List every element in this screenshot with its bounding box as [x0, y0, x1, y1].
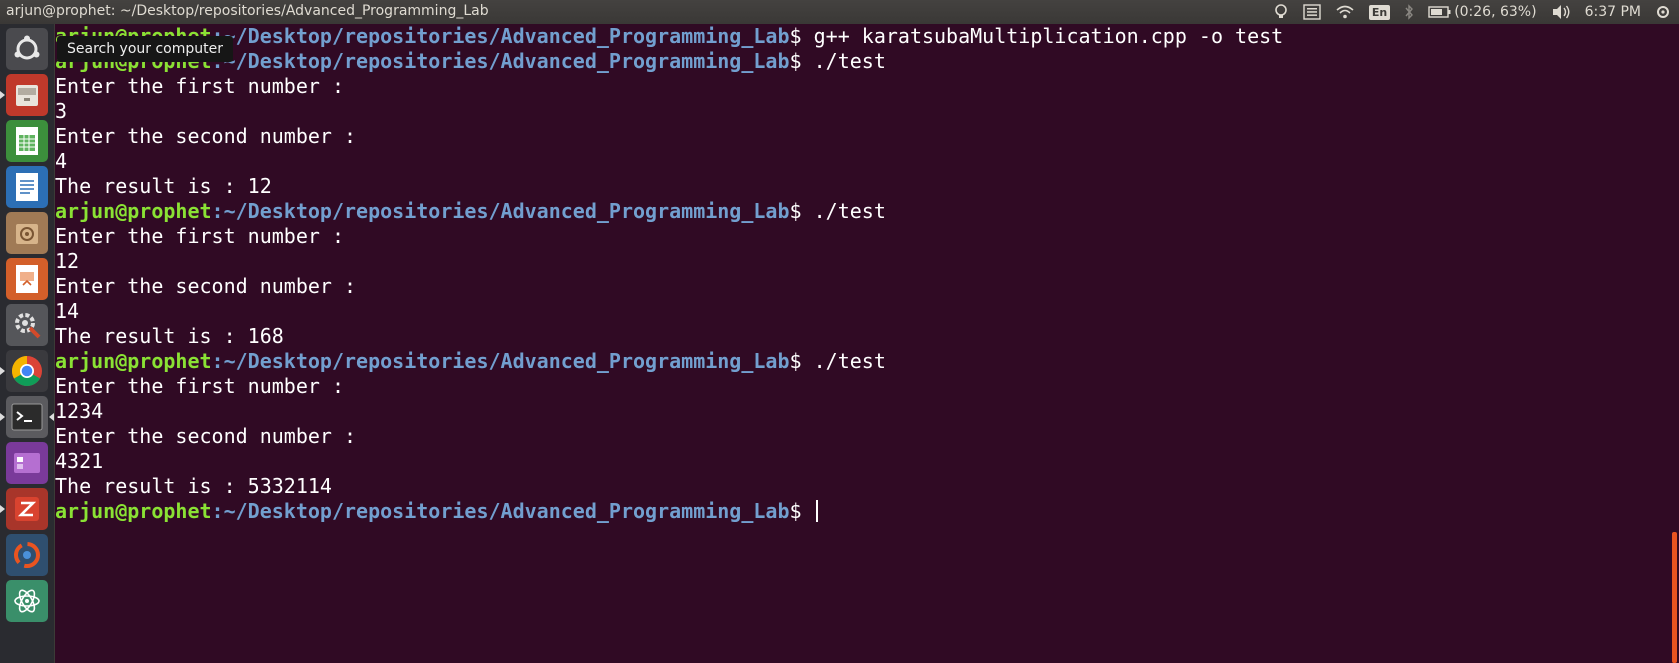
output-line: Enter the first number : — [55, 374, 344, 398]
prompt-path: :~/Desktop/repositories/Advanced_Program… — [211, 199, 790, 223]
prompt-line: arjun@prophet:~/Desktop/repositories/Adv… — [55, 349, 1283, 374]
launcher-terminal[interactable] — [0, 396, 54, 438]
output-line: Enter the second number : — [55, 274, 357, 298]
prompt-path: :~/Desktop/repositories/Advanced_Program… — [211, 349, 790, 373]
launcher-files[interactable] — [0, 74, 48, 116]
battery-text: (0:26, 63%) — [1454, 4, 1537, 20]
launcher-chrome[interactable] — [0, 350, 48, 392]
indicator-area: En (0:26, 63%) 6:37 PM — [1273, 0, 1671, 24]
atom-icon — [6, 580, 48, 622]
terminal-icon — [6, 396, 48, 438]
prompt-path: :~/Desktop/repositories/Advanced_Program… — [211, 24, 790, 48]
battery-indicator[interactable]: (0:26, 63%) — [1428, 4, 1537, 20]
running-indicator — [0, 91, 5, 99]
launcher-dash-home[interactable] — [6, 28, 48, 70]
command-text: g++ karatsubaMultiplication.cpp -o test — [813, 24, 1284, 48]
output-line: 12 — [55, 249, 80, 273]
launcher-atom[interactable] — [6, 580, 48, 622]
prompt-line: arjun@prophet:~/Desktop/repositories/Adv… — [55, 49, 1283, 74]
ubuntu-logo-icon — [6, 28, 48, 70]
archive-box-icon — [6, 212, 48, 254]
prompt-line: arjun@prophet:~/Desktop/repositories/Adv… — [55, 499, 1283, 524]
prompt-user: arjun@prophet — [55, 349, 212, 373]
active-indicator — [49, 413, 54, 421]
output-line: Enter the second number : — [55, 424, 357, 448]
scrollbar-thumb[interactable] — [1672, 532, 1677, 663]
launcher-writer[interactable] — [6, 166, 48, 208]
command-text: ./test — [813, 199, 886, 223]
output-line: Enter the second number : — [55, 124, 357, 148]
prompt-symbol: $ — [789, 199, 814, 223]
running-indicator — [0, 505, 5, 513]
launcher-tooltip: Search your computer — [57, 36, 233, 62]
output-line: The result is : 5332114 — [55, 474, 332, 498]
output-line: 4321 — [55, 449, 104, 473]
keyboard-icon[interactable]: En — [1368, 4, 1391, 20]
command-text: ./test — [813, 49, 886, 73]
update-icon — [6, 534, 48, 576]
output-line: 3 — [55, 99, 68, 123]
output-line: Enter the first number : — [55, 224, 344, 248]
launcher-impress[interactable] — [6, 258, 48, 300]
launcher-workspaces[interactable] — [6, 442, 48, 484]
launcher-system-settings[interactable] — [6, 304, 48, 346]
bluetooth-icon[interactable] — [1404, 4, 1414, 20]
file-cabinet-icon — [6, 74, 48, 116]
terminal-output[interactable]: arjun@prophet:~/Desktop/repositories/Adv… — [55, 24, 1283, 524]
prompt-path: :~/Desktop/repositories/Advanced_Program… — [211, 49, 790, 73]
prompt-symbol: $ — [789, 349, 814, 373]
lightbulb-icon[interactable] — [1273, 3, 1289, 21]
output-line: 1234 — [55, 399, 104, 423]
running-indicator — [0, 413, 5, 421]
battery-icon — [1428, 6, 1451, 18]
prompt-user: arjun@prophet — [55, 199, 212, 223]
document-icon — [6, 166, 48, 208]
gear-wrench-icon — [6, 304, 48, 346]
launcher-calc[interactable] — [6, 120, 48, 162]
output-line: Enter the first number : — [55, 74, 344, 98]
window-title: arjun@prophet: ~/Desktop/repositories/Ad… — [6, 3, 489, 19]
prompt-path: :~/Desktop/repositories/Advanced_Program… — [211, 499, 790, 523]
prompt-symbol: $ — [789, 49, 814, 73]
menu-list-icon[interactable] — [1303, 4, 1321, 20]
keyboard-lang: En — [1368, 4, 1391, 20]
terminal-window[interactable]: arjun@prophet:~/Desktop/repositories/Adv… — [55, 24, 1669, 663]
launcher — [0, 24, 55, 663]
presentation-icon — [6, 258, 48, 300]
workspace-icon — [6, 442, 48, 484]
prompt-line: arjun@prophet:~/Desktop/repositories/Adv… — [55, 24, 1283, 49]
top-panel: arjun@prophet: ~/Desktop/repositories/Ad… — [0, 0, 1679, 24]
z-app-icon — [6, 488, 48, 530]
output-line: 14 — [55, 299, 80, 323]
terminal-scrollbar[interactable] — [1669, 24, 1679, 663]
prompt-symbol: $ — [789, 499, 814, 523]
text-cursor — [815, 500, 818, 522]
prompt-symbol: $ — [789, 24, 814, 48]
launcher-archive[interactable] — [6, 212, 48, 254]
spreadsheet-icon — [6, 120, 48, 162]
command-text: ./test — [813, 349, 886, 373]
prompt-user: arjun@prophet — [55, 499, 212, 523]
prompt-line: arjun@prophet:~/Desktop/repositories/Adv… — [55, 199, 1283, 224]
clock[interactable]: 6:37 PM — [1585, 4, 1641, 20]
output-line: The result is : 12 — [55, 174, 272, 198]
wifi-icon[interactable] — [1335, 4, 1355, 20]
power-gear-icon[interactable] — [1655, 4, 1671, 20]
running-indicator — [0, 367, 5, 375]
chrome-icon — [6, 350, 48, 392]
output-line: The result is : 168 — [55, 324, 284, 348]
output-line: 4 — [55, 149, 68, 173]
launcher-zotero[interactable] — [0, 488, 48, 530]
volume-icon[interactable] — [1551, 4, 1571, 20]
launcher-software-updater[interactable] — [6, 534, 48, 576]
